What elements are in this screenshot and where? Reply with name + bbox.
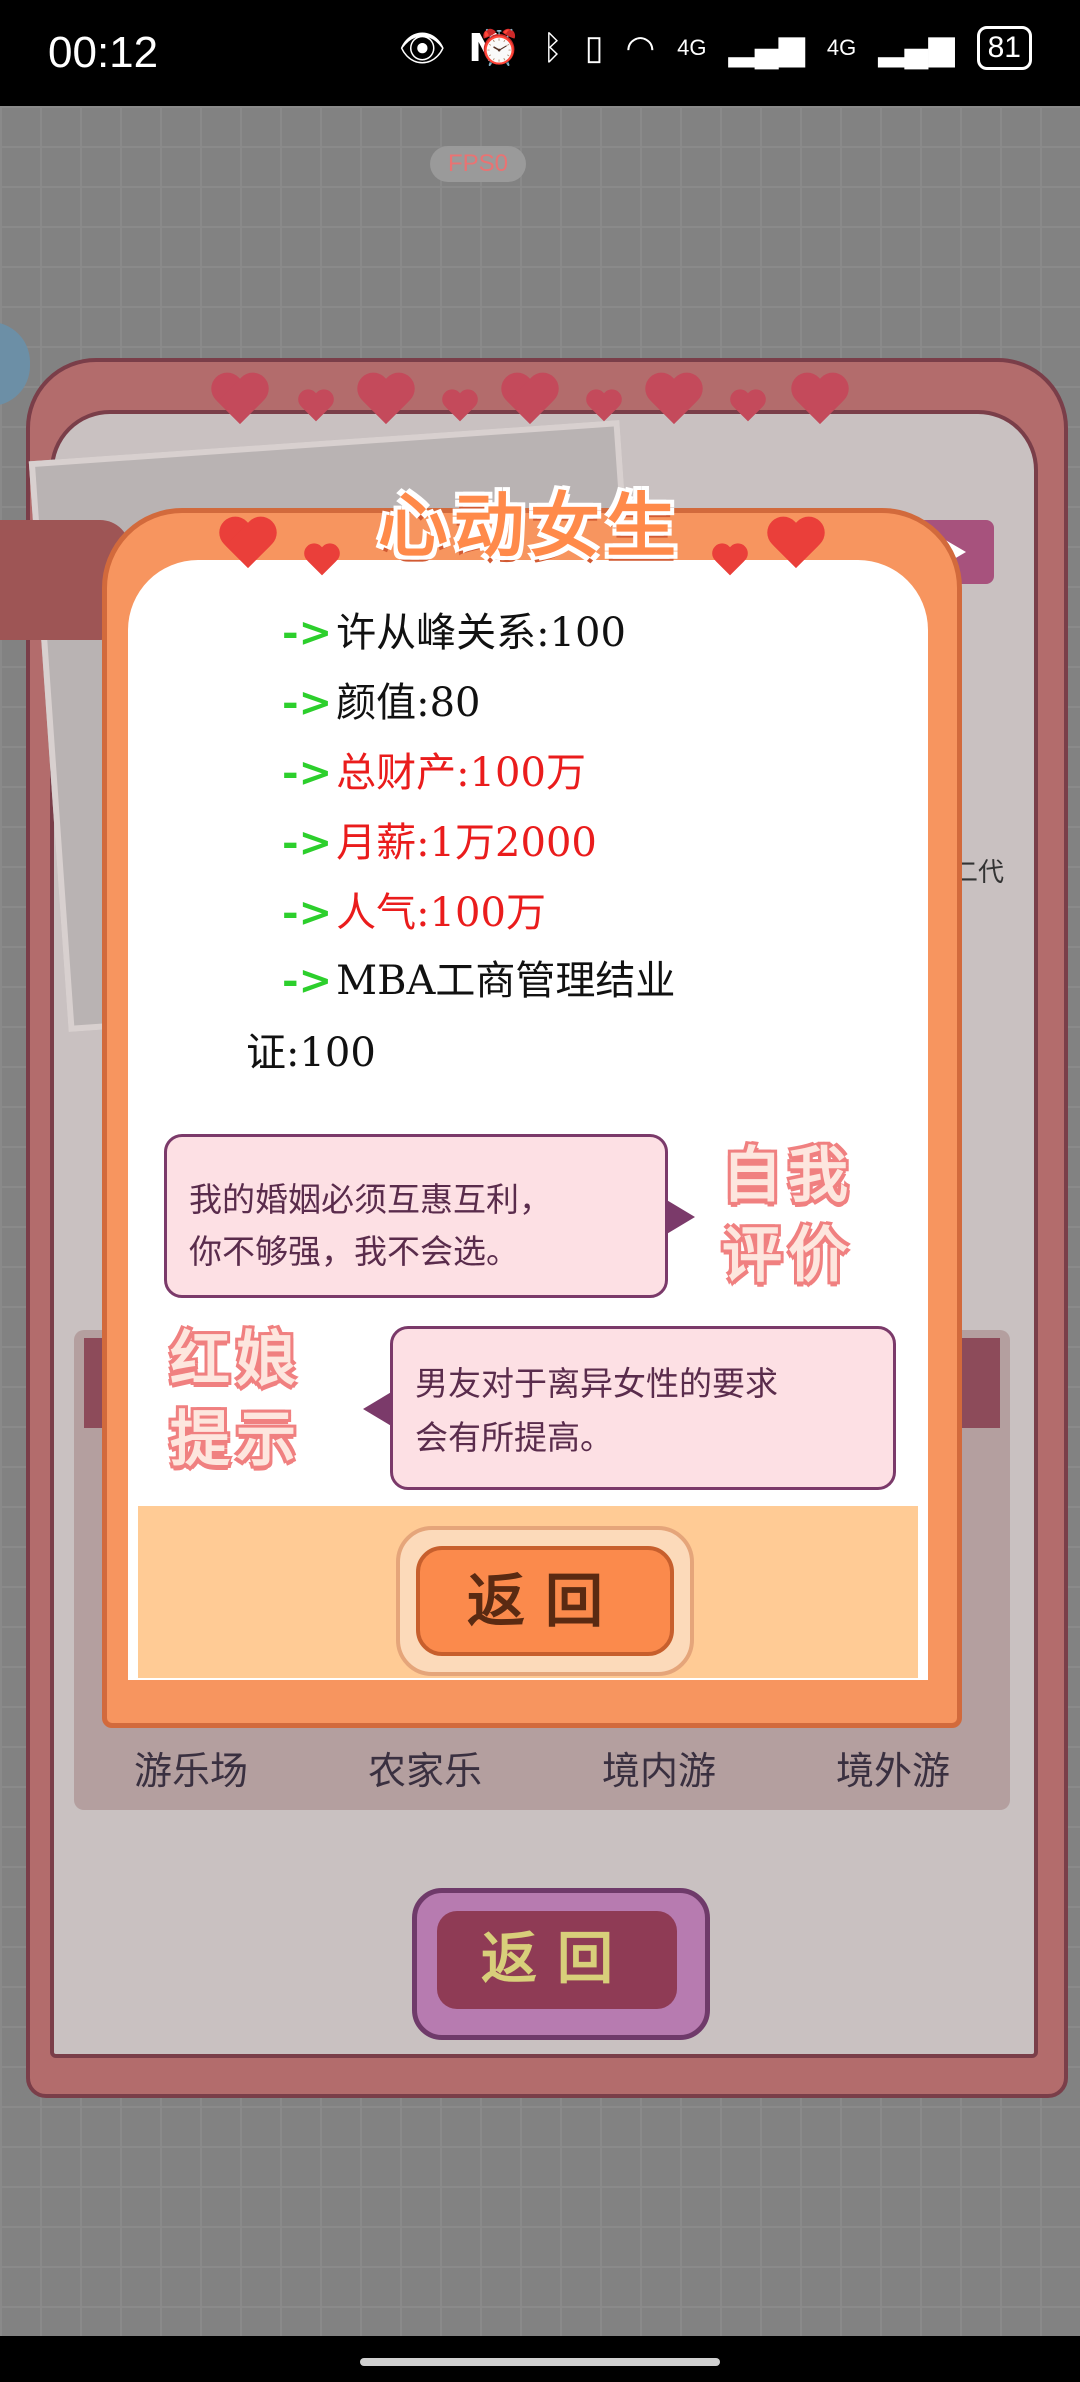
stat-mba: -> MBA工商管理结业 (282, 948, 675, 1006)
background-return-button[interactable]: 返回 (412, 1888, 710, 2040)
stat-popularity: -> 人气:100万 (282, 880, 546, 938)
arrow-icon: -> (282, 957, 333, 1004)
heart-icon (585, 390, 622, 423)
heart-icon (500, 374, 560, 428)
battery-indicator: 81 (976, 26, 1032, 70)
alarm-icon: ⏰ (477, 29, 521, 67)
matchmaker-hint-line-1: 男友对于离异女性的要求 (415, 1364, 778, 1403)
stat-text: 颜值:80 (336, 680, 481, 726)
return-button-label: 返回 (416, 1546, 674, 1656)
background-return-label: 返回 (437, 1911, 677, 2009)
self-evaluation-bubble: 我的婚姻必须互惠互利， 你不够强，我不会选。 (164, 1134, 695, 1298)
status-bar: 00:12 👁 N ⏰ ᛒ ▯ ◠ 4G ▂▄▆ 4G ▂▄▆ 81 (0, 0, 1080, 106)
option-farm-stay[interactable]: 农家乐 (368, 1740, 482, 1795)
self-evaluation-line-1: 我的婚姻必须互惠互利， (189, 1180, 552, 1219)
return-button[interactable]: 返回 (396, 1526, 694, 1676)
wifi-icon: ◠ (625, 29, 656, 67)
bluetooth-icon: ᛒ (542, 28, 563, 67)
signal-1-icon: ▂▄▆ (728, 29, 805, 67)
modal-title: 心动女生 (378, 485, 682, 567)
stat-mba-continuation: 证:100 (246, 1030, 376, 1076)
arrow-icon: -> (282, 819, 333, 866)
heart-icon (218, 518, 278, 572)
heart-icon (790, 374, 850, 428)
home-gesture-handle[interactable] (360, 2358, 720, 2366)
signal-2-label: 4G (826, 35, 857, 60)
stat-text: 月薪:1万2000 (336, 820, 597, 866)
arrow-icon: -> (282, 679, 333, 726)
stat-text: 人气:100万 (336, 890, 546, 936)
matchmaker-hint-line-2: 会有所提高。 (415, 1418, 613, 1457)
stat-monthly-salary: -> 月薪:1万2000 (282, 810, 597, 868)
status-time: 00:12 (48, 28, 159, 77)
arrow-icon: -> (282, 609, 333, 656)
navigation-bar (0, 2336, 1080, 2382)
self-evaluation-label-line-1: 自我 (722, 1141, 854, 1211)
option-domestic-tour[interactable]: 境内游 (602, 1740, 716, 1795)
option-overseas-tour[interactable]: 境外游 (836, 1740, 950, 1795)
heart-icon (644, 374, 704, 428)
arrow-icon: -> (282, 889, 333, 936)
matchmaker-hint-bubble: 男友对于离异女性的要求 会有所提高。 (363, 1326, 896, 1490)
heart-icon (356, 374, 416, 428)
stat-text: 总财产:100万 (336, 750, 586, 796)
stat-total-assets: -> 总财产:100万 (282, 740, 586, 798)
heart-icon (729, 390, 766, 423)
self-evaluation-label-line-2: 评价 (722, 1221, 854, 1291)
signal-2-icon: ▂▄▆ (878, 29, 955, 67)
heart-icon (210, 374, 270, 428)
stat-looks: -> 颜值:80 (282, 670, 481, 728)
matchmaker-hint-label: 红娘 提示 (170, 1320, 302, 1480)
self-evaluation-line-2: 你不够强，我不会选。 (189, 1232, 519, 1271)
matchmaker-hint-label-line-1: 红娘 (170, 1325, 302, 1395)
signal-1-label: 4G (677, 35, 707, 60)
vibrate-icon: ▯ (584, 29, 604, 67)
arrow-icon: -> (282, 749, 333, 796)
stat-text: MBA工商管理结业 (336, 958, 676, 1004)
option-amusement-park[interactable]: 游乐场 (134, 1740, 248, 1795)
background-option-labels: 游乐场 农家乐 境内游 境外游 (74, 1740, 1010, 1795)
matchmaker-hint-label-line-2: 提示 (170, 1405, 302, 1475)
heart-icon (766, 518, 826, 572)
self-evaluation-label: 自我 评价 (722, 1136, 854, 1296)
heart-icon (441, 390, 478, 423)
stat-text: 许从峰关系:100 (336, 610, 626, 656)
heart-icon (297, 390, 334, 423)
eye-icon: 👁 (398, 26, 447, 70)
fps-counter: FPS0 (430, 146, 526, 182)
stat-relationship: -> 许从峰关系:100 (282, 600, 626, 658)
